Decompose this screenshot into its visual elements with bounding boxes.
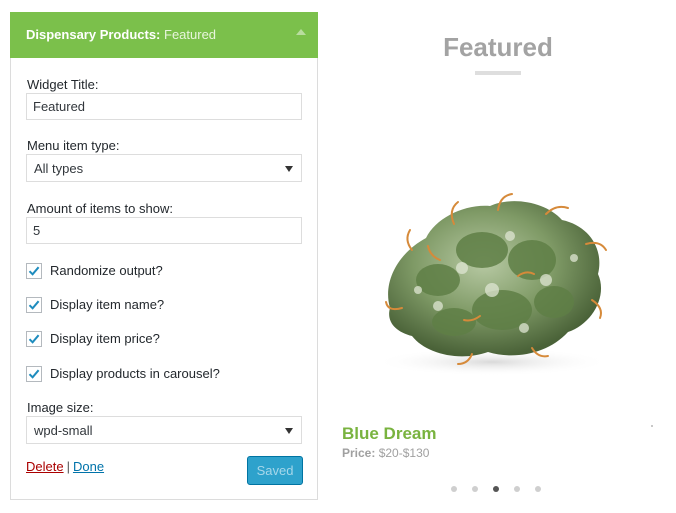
title-underline	[475, 71, 521, 75]
carousel-dot[interactable]	[535, 486, 541, 492]
menu-item-type-select[interactable]: All types	[26, 154, 302, 182]
preview-title: Featured	[443, 32, 553, 62]
image-size-label: Image size:	[27, 400, 94, 415]
display-name-checkbox[interactable]	[26, 297, 42, 313]
carousel-dot[interactable]	[493, 486, 499, 492]
next-slide-edge	[651, 425, 653, 427]
widget-header-name: Dispensary Products	[26, 27, 157, 42]
widget-title-input[interactable]: Featured	[26, 93, 302, 120]
display-name-label: Display item name?	[50, 297, 165, 312]
action-separator: |	[66, 459, 70, 474]
widget-header[interactable]: Dispensary Products: Featured	[10, 12, 318, 58]
widget-actions: Delete | Done	[26, 459, 104, 474]
checkmark-icon	[28, 266, 40, 276]
carousel-dot[interactable]	[514, 486, 520, 492]
product-name[interactable]: Blue Dream	[342, 424, 436, 444]
amount-label: Amount of items to show:	[27, 201, 173, 216]
image-size-select[interactable]: wpd-small	[26, 416, 302, 444]
widget-panel: Dispensary Products: Featured Widget Tit…	[10, 12, 318, 500]
product-price: Price: $20-$130	[342, 446, 429, 460]
cannabis-bud-image	[374, 193, 610, 376]
checkmark-icon	[28, 300, 40, 310]
delete-link[interactable]: Delete	[26, 459, 64, 474]
saved-button[interactable]: Saved	[247, 456, 303, 485]
display-price-label: Display item price?	[50, 331, 160, 346]
image-size-value: wpd-small	[34, 423, 93, 438]
menu-item-type-value: All types	[34, 161, 84, 176]
widget-header-colon: :	[156, 27, 164, 42]
display-price-checkbox[interactable]	[26, 331, 42, 347]
randomize-label: Randomize output?	[50, 263, 163, 278]
carousel-dot[interactable]	[472, 486, 478, 492]
widget-title-label: Widget Title:	[27, 77, 99, 92]
carousel-checkbox[interactable]	[26, 366, 42, 382]
product-image[interactable]	[342, 140, 654, 398]
widget-header-suffix: Featured	[164, 27, 217, 42]
carousel-label: Display products in carousel?	[50, 366, 220, 381]
done-link[interactable]: Done	[73, 459, 104, 474]
checkmark-icon	[28, 334, 40, 344]
price-value: $20-$130	[378, 446, 430, 460]
carousel-dot[interactable]	[451, 486, 457, 492]
checkmark-icon	[28, 369, 40, 379]
dropdown-arrow-icon	[285, 428, 293, 434]
amount-input[interactable]: 5	[26, 217, 302, 244]
menu-item-type-label: Menu item type:	[27, 138, 120, 153]
price-label: Price:	[342, 446, 376, 460]
dropdown-arrow-icon	[285, 166, 293, 172]
widget-header-title: Dispensary Products: Featured	[26, 27, 216, 42]
randomize-checkbox[interactable]	[26, 263, 42, 279]
collapse-toggle-icon[interactable]	[296, 29, 306, 35]
